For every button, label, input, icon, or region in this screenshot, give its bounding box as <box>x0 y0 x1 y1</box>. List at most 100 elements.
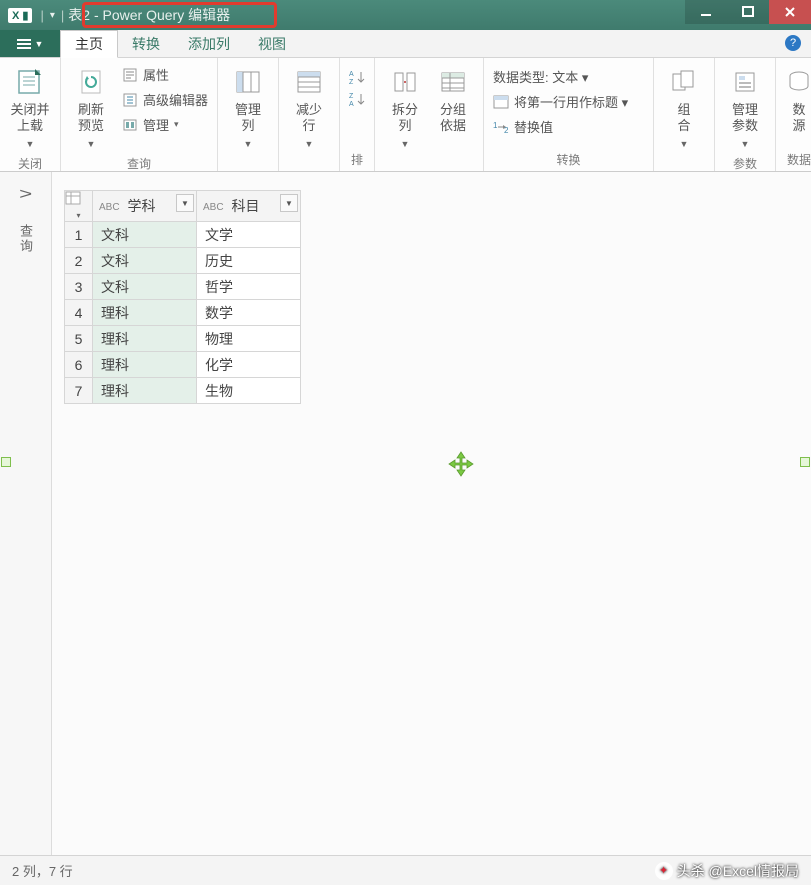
row-number[interactable]: 4 <box>65 300 93 326</box>
qat-dropdown-icon[interactable]: ▾ <box>50 10 55 21</box>
close-button[interactable] <box>769 0 811 24</box>
header-row-icon <box>493 94 509 110</box>
close-and-load-button[interactable]: 关闭并上载 ▼ <box>6 62 54 149</box>
reduce-rows-button[interactable]: 减少行 ▼ <box>285 62 333 149</box>
type-text-icon: ABC <box>203 202 224 213</box>
column-header-course[interactable]: ABC 科目 ▼ <box>197 191 301 222</box>
ribbon: 关闭并上载 ▼ 关闭 刷新预览 ▼ 属性 高级编辑器 <box>0 58 811 172</box>
cell[interactable]: 数学 <box>197 300 301 326</box>
table-row[interactable]: 1文科文学 <box>65 222 301 248</box>
table-row[interactable]: 5理科物理 <box>65 326 301 352</box>
column-header-subject[interactable]: ABC 学科 ▼ <box>93 191 197 222</box>
group-by-button[interactable]: 分组依据 <box>429 62 477 135</box>
row-number[interactable]: 7 <box>65 378 93 404</box>
filter-dropdown-icon[interactable]: ▼ <box>280 194 298 212</box>
ribbon-group-sort: AZ ZA 排 <box>340 58 375 171</box>
resize-handle-left[interactable] <box>1 457 11 467</box>
split-column-button[interactable]: 拆分列 ▼ <box>381 62 429 149</box>
row-number[interactable]: 3 <box>65 274 93 300</box>
table-row[interactable]: 4理科数学 <box>65 300 301 326</box>
chevron-down-icon: ▼ <box>244 139 253 149</box>
cell[interactable]: 历史 <box>197 248 301 274</box>
properties-button[interactable]: 属性 <box>119 64 211 85</box>
refresh-preview-button[interactable]: 刷新预览 ▼ <box>67 62 115 149</box>
sort-desc-icon: ZA <box>349 91 365 107</box>
data-source-button[interactable]: 数源 <box>782 62 811 135</box>
refresh-icon <box>75 66 107 98</box>
ribbon-group-parameters: 管理参数 ▼ 参数 <box>715 58 776 171</box>
data-grid-area: ▾ ABC 学科 ▼ ABC 科目 ▼ 1文科文学2文科历史3文科哲学4理科数学… <box>52 172 811 855</box>
minimize-button[interactable] <box>685 0 727 24</box>
table-row[interactable]: 7理科生物 <box>65 378 301 404</box>
svg-text:Z: Z <box>349 93 354 100</box>
ribbon-group-data-source: 数源 数据 <box>776 58 811 171</box>
data-type-button[interactable]: 数据类型: 文本 ▾ <box>490 66 631 87</box>
workspace: > 查询 ▾ ABC 学科 ▼ ABC 科目 <box>0 172 811 855</box>
resize-handle-right[interactable] <box>800 457 810 467</box>
ribbon-group-transform: 数据类型: 文本 ▾ 将第一行用作标题 ▾ 12 替换值 转换 <box>484 58 654 171</box>
cell[interactable]: 理科 <box>93 326 197 352</box>
ribbon-tabs: 主页 转换 添加列 视图 <box>60 30 300 57</box>
maximize-button[interactable] <box>727 0 769 24</box>
quick-access-toolbar: | ▾ | <box>40 8 64 23</box>
svg-text:A: A <box>349 101 354 107</box>
chevron-down-icon: ▼ <box>741 139 750 149</box>
chevron-down-icon: ▼ <box>35 39 44 49</box>
help-icon[interactable]: ? <box>785 35 801 51</box>
cell[interactable]: 哲学 <box>197 274 301 300</box>
cell[interactable]: 理科 <box>93 352 197 378</box>
cell[interactable]: 文科 <box>93 274 197 300</box>
expand-panel-icon[interactable]: > <box>19 186 32 204</box>
first-row-header-button[interactable]: 将第一行用作标题 ▾ <box>490 91 631 112</box>
combine-icon <box>668 66 700 98</box>
title-bar: X ▮ | ▾ | 表2 - Power Query 编辑器 <box>0 0 811 30</box>
manage-button[interactable]: 管理 ▾ <box>119 114 211 135</box>
cell[interactable]: 理科 <box>93 300 197 326</box>
data-grid[interactable]: ▾ ABC 学科 ▼ ABC 科目 ▼ 1文科文学2文科历史3文科哲学4理科数学… <box>64 190 301 404</box>
tab-transform[interactable]: 转换 <box>118 30 174 57</box>
file-menu-button[interactable]: ▼ <box>0 30 60 57</box>
filter-dropdown-icon[interactable]: ▼ <box>176 194 194 212</box>
ribbon-group-close: 关闭并上载 ▼ 关闭 <box>0 58 61 171</box>
watermark: ✦ 头杀 @Excel情报局 <box>655 861 799 881</box>
tab-view[interactable]: 视图 <box>244 30 300 57</box>
move-cursor-icon <box>447 450 475 478</box>
replace-icon: 12 <box>493 119 509 135</box>
cell[interactable]: 文科 <box>93 222 197 248</box>
status-bar: 2 列，7 行 ✦ 头杀 @Excel情报局 <box>0 855 811 885</box>
replace-values-button[interactable]: 12 替换值 <box>490 116 631 137</box>
cell[interactable]: 文科 <box>93 248 197 274</box>
advanced-editor-button[interactable]: 高级编辑器 <box>119 89 211 110</box>
table-row[interactable]: 6理科化学 <box>65 352 301 378</box>
column-name: 科目 <box>231 198 259 214</box>
cell[interactable]: 文学 <box>197 222 301 248</box>
sort-descending-button[interactable]: ZA <box>346 90 368 108</box>
tab-home[interactable]: 主页 <box>60 30 118 58</box>
cell[interactable]: 理科 <box>93 378 197 404</box>
combine-button[interactable]: 组合 ▼ <box>660 62 708 149</box>
manage-parameters-button[interactable]: 管理参数 ▼ <box>721 62 769 149</box>
row-number[interactable]: 5 <box>65 326 93 352</box>
queries-side-panel[interactable]: > 查询 <box>0 172 52 855</box>
cell[interactable]: 化学 <box>197 352 301 378</box>
sort-ascending-button[interactable]: AZ <box>346 68 368 86</box>
cell[interactable]: 物理 <box>197 326 301 352</box>
column-name: 学科 <box>127 198 155 214</box>
row-number[interactable]: 2 <box>65 248 93 274</box>
manage-columns-button[interactable]: 管理列 ▼ <box>224 62 272 149</box>
data-source-icon <box>783 66 811 98</box>
ribbon-group-manage-columns: 管理列 ▼ <box>218 58 279 171</box>
window-title: 表2 - Power Query 编辑器 <box>68 5 230 25</box>
table-row[interactable]: 2文科历史 <box>65 248 301 274</box>
table-corner-button[interactable]: ▾ <box>65 191 93 222</box>
row-number[interactable]: 6 <box>65 352 93 378</box>
properties-icon <box>122 67 138 83</box>
cell[interactable]: 生物 <box>197 378 301 404</box>
chevron-down-icon: ▼ <box>680 139 689 149</box>
table-row[interactable]: 3文科哲学 <box>65 274 301 300</box>
rows-icon <box>293 66 325 98</box>
advanced-editor-icon <box>122 92 138 108</box>
tab-add-column[interactable]: 添加列 <box>174 30 244 57</box>
row-number[interactable]: 1 <box>65 222 93 248</box>
manage-icon <box>122 117 138 133</box>
